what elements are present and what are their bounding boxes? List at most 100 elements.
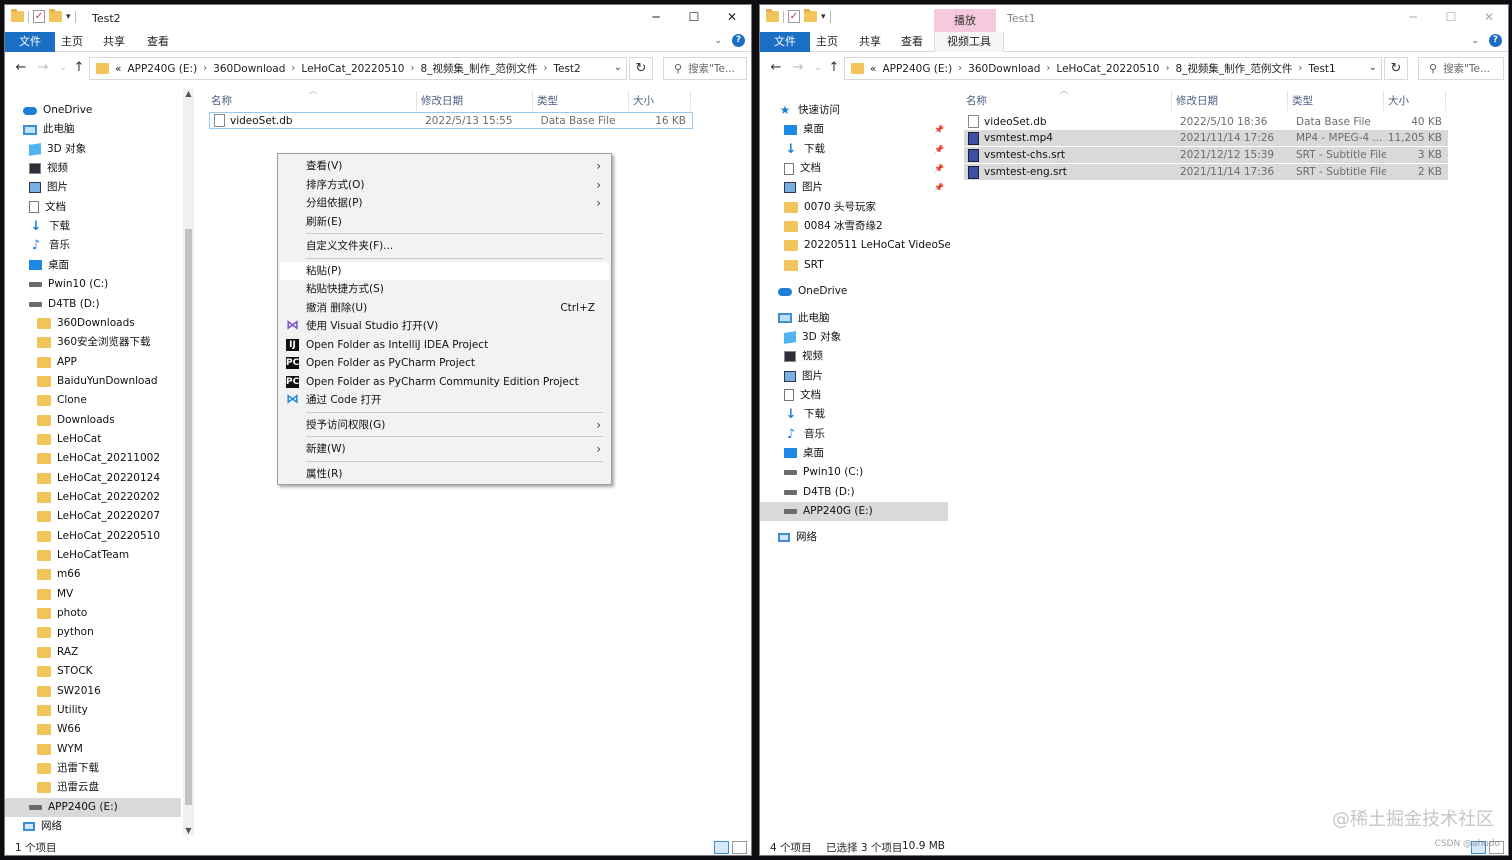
tree-item-6[interactable]: ↓ 下载: [5, 217, 181, 236]
chevron-right-icon[interactable]: ›: [291, 63, 295, 74]
tree-item-15[interactable]: ↓ 下载: [760, 405, 948, 424]
tree-item-9[interactable]: Pwin10 (C:): [5, 275, 181, 294]
tree-item-13[interactable]: APP: [5, 353, 181, 372]
tree-item-5[interactable]: 0070 头号玩家: [760, 198, 948, 217]
tree-item-7[interactable]: ♪ 音乐: [5, 236, 181, 255]
tree-item-7[interactable]: 20220511 LeHoCat VideoSet: [760, 236, 950, 255]
tree-item-23[interactable]: LeHoCatTeam: [5, 546, 181, 565]
breadcrumb-lehocat[interactable]: LeHoCat_20220510: [301, 63, 404, 75]
back-button[interactable]: ←: [768, 59, 784, 77]
up-button[interactable]: ↑: [71, 59, 87, 77]
chevron-down-icon[interactable]: ⌄: [1369, 62, 1377, 73]
refresh-button[interactable]: ↻: [1384, 57, 1408, 80]
tree-item-4[interactable]: 图片 📌: [760, 178, 948, 197]
breadcrumb-drive[interactable]: APP240G (E:): [127, 63, 197, 75]
file-row[interactable]: vsmtest.mp4 2021/11/14 17:26 MP4 - MPEG-4 …: [964, 130, 1448, 147]
help-icon[interactable]: ?: [1489, 34, 1502, 47]
close-button[interactable]: ✕: [1470, 5, 1508, 29]
details-view-button[interactable]: [714, 841, 729, 854]
chevron-right-icon[interactable]: ›: [1298, 63, 1302, 74]
menu-item-v[interactable]: 查看(V) ›: [280, 157, 609, 175]
tree-item-18[interactable]: LeHoCat_20211002: [5, 449, 181, 468]
menu-item-s[interactable]: 粘贴快捷方式(S): [280, 280, 609, 298]
search-box[interactable]: ⚲ 搜索"Te...: [1418, 57, 1504, 80]
menu-item-p[interactable]: 粘贴(P): [280, 261, 609, 280]
properties-icon[interactable]: ✓: [33, 10, 45, 23]
tab-file[interactable]: 文件: [760, 32, 810, 52]
customize-toolbar-icon[interactable]: ▾: [66, 12, 71, 22]
menu-item-g[interactable]: 授予访问权限(G) ›: [280, 416, 609, 434]
minimize-button[interactable]: ─: [1394, 5, 1432, 29]
column-date[interactable]: 修改日期: [417, 91, 533, 111]
breadcrumb-360download[interactable]: 360Download: [968, 63, 1040, 75]
tree-item-34[interactable]: 迅雷下载: [5, 759, 181, 778]
nav-scrollbar[interactable]: ▲ ▼: [183, 89, 194, 835]
file-row[interactable]: vsmtest-chs.srt 2021/12/12 15:39 SRT - Sub…: [964, 147, 1448, 164]
maximize-button[interactable]: ☐: [675, 5, 713, 29]
tree-item-0[interactable]: OneDrive: [5, 101, 181, 120]
tab-home[interactable]: 主页: [49, 32, 95, 52]
tree-item-12[interactable]: 360安全浏览器下载: [5, 333, 181, 352]
tree-item-2[interactable]: 3D 对象: [5, 140, 181, 159]
column-name[interactable]: 名称: [962, 91, 1172, 111]
column-size[interactable]: 大小: [629, 91, 691, 111]
help-icon[interactable]: ?: [732, 34, 745, 47]
search-input[interactable]: 搜索"Te...: [1443, 61, 1490, 76]
tree-item-11[interactable]: 360Downloads: [5, 314, 181, 333]
tree-item-8[interactable]: SRT: [760, 256, 948, 275]
expand-ribbon-icon[interactable]: ⌄: [714, 36, 722, 46]
breadcrumb-drive[interactable]: APP240G (E:): [882, 63, 952, 75]
tree-item-3[interactable]: 视频: [5, 159, 181, 178]
menu-item-code[interactable]: ⋈ 通过 Code 打开: [280, 391, 609, 409]
tree-item-12[interactable]: 视频: [760, 347, 948, 366]
new-folder-icon[interactable]: [49, 9, 62, 22]
tree-item-4[interactable]: 图片: [5, 178, 181, 197]
expand-ribbon-icon[interactable]: ⌄: [1471, 36, 1479, 46]
tab-share[interactable]: 共享: [847, 32, 893, 52]
tree-item-35[interactable]: 迅雷云盘: [5, 778, 181, 797]
close-button[interactable]: ✕: [713, 5, 751, 29]
tree-item-10[interactable]: D4TB (D:): [5, 295, 181, 314]
column-size[interactable]: 大小: [1384, 91, 1446, 111]
back-button[interactable]: ←: [13, 59, 29, 77]
tree-item-37[interactable]: 网络: [5, 817, 181, 836]
chevron-right-icon[interactable]: ›: [543, 63, 547, 74]
breadcrumb-current[interactable]: Test2: [553, 63, 580, 75]
scroll-down-icon[interactable]: ▼: [183, 826, 194, 835]
column-type[interactable]: 类型: [1288, 91, 1384, 111]
tree-item-13[interactable]: 图片: [760, 367, 948, 386]
tree-item-30[interactable]: SW2016: [5, 682, 181, 701]
refresh-button[interactable]: ↻: [629, 57, 653, 80]
tree-item-24[interactable]: m66: [5, 565, 181, 584]
file-row[interactable]: videoSet.db 2022/5/10 18:36 Data Base File…: [964, 113, 1448, 130]
recent-locations-icon[interactable]: ⌄: [55, 59, 71, 77]
tree-item-19[interactable]: LeHoCat_20220124: [5, 469, 181, 488]
tree-item-33[interactable]: WYM: [5, 740, 181, 759]
scroll-thumb[interactable]: [185, 229, 192, 805]
menu-item-f[interactable]: 自定义文件夹(F)...: [280, 237, 609, 255]
scroll-up-icon[interactable]: ▲: [183, 89, 194, 98]
tree-item-9[interactable]: OneDrive: [760, 282, 948, 301]
search-input[interactable]: 搜索"Te...: [688, 61, 735, 76]
menu-item-open-folder-as-pycharm-project[interactable]: PC Open Folder as PyCharm Project: [280, 354, 609, 372]
recent-locations-icon[interactable]: ⌄: [810, 59, 826, 77]
tree-item-26[interactable]: photo: [5, 604, 181, 623]
tree-item-21[interactable]: LeHoCat_20220207: [5, 507, 181, 526]
maximize-button[interactable]: ☐: [1432, 5, 1470, 29]
tree-item-15[interactable]: Clone: [5, 391, 181, 410]
tree-item-25[interactable]: MV: [5, 585, 181, 604]
tree-item-20[interactable]: APP240G (E:): [760, 502, 948, 521]
address-bar[interactable]: « APP240G (E:) › 360Download › LeHoCat_202…: [844, 57, 1382, 80]
tab-home[interactable]: 主页: [804, 32, 850, 52]
chevron-right-icon[interactable]: ›: [958, 63, 962, 74]
forward-button[interactable]: →: [35, 59, 51, 77]
file-row[interactable]: vsmtest-eng.srt 2021/11/14 17:36 SRT - Sub…: [964, 164, 1448, 181]
large-icons-view-button[interactable]: [732, 841, 747, 854]
breadcrumb-current[interactable]: Test1: [1308, 63, 1335, 75]
tree-item-16[interactable]: Downloads: [5, 411, 181, 430]
tab-share[interactable]: 共享: [91, 32, 137, 52]
menu-item-p[interactable]: 分组依据(P) ›: [280, 194, 609, 212]
search-box[interactable]: ⚲ 搜索"Te...: [663, 57, 747, 80]
properties-icon[interactable]: ✓: [788, 10, 800, 23]
forward-button[interactable]: →: [790, 59, 806, 77]
